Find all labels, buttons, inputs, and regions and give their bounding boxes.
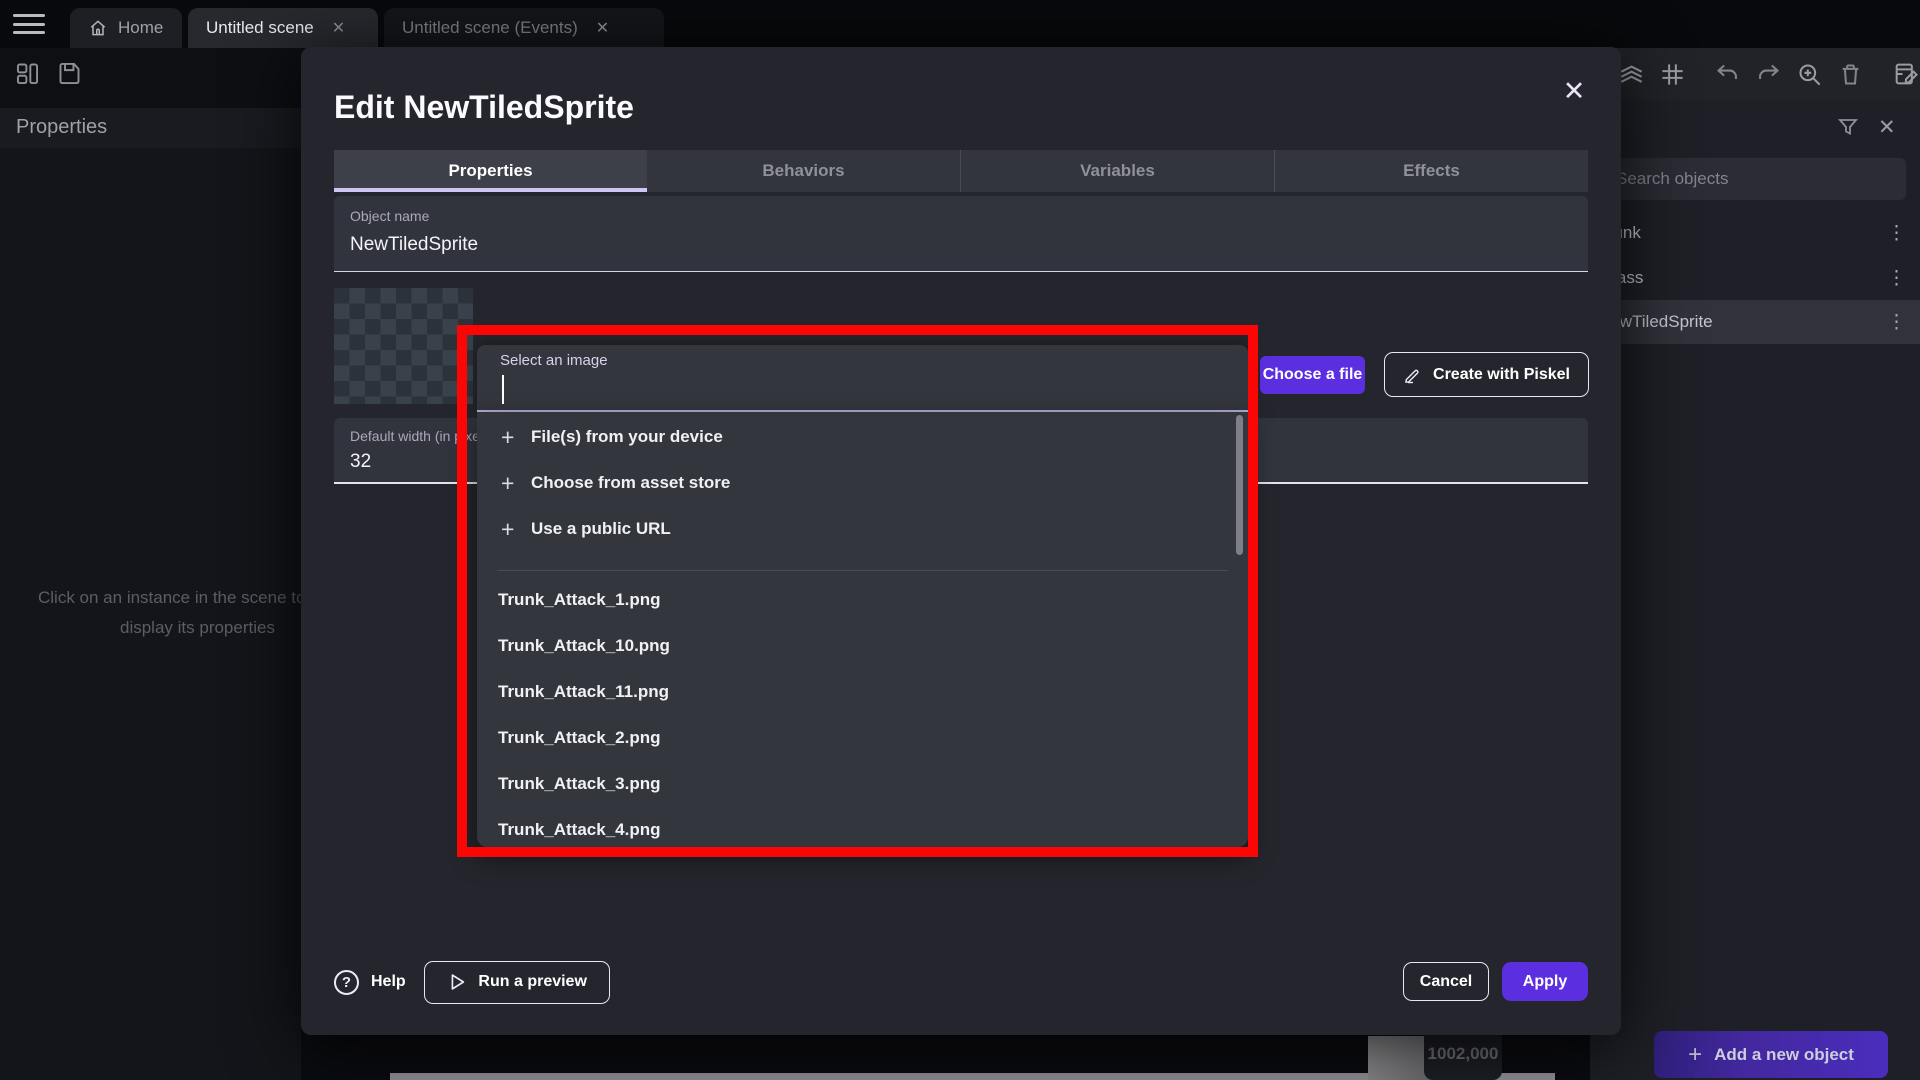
- tab-untitled-scene-events-label: Untitled scene (Events): [402, 18, 578, 38]
- sprite-preview-placeholder: [334, 288, 473, 404]
- menu-item-file[interactable]: Trunk_Attack_3.png: [477, 761, 1248, 807]
- choose-a-file-label: Choose a file: [1263, 366, 1363, 384]
- filter-icon[interactable]: [1836, 115, 1860, 139]
- dialog-tabs: Properties Behaviors Variables Effects: [334, 150, 1588, 192]
- main-menu-icon[interactable]: [13, 14, 45, 34]
- file-name: Trunk_Attack_10.png: [498, 636, 670, 656]
- tab-effects[interactable]: Effects: [1274, 150, 1588, 192]
- create-with-piskel-button[interactable]: Create with Piskel: [1384, 352, 1589, 397]
- menu-item-files-from-device[interactable]: + File(s) from your device: [477, 414, 1248, 460]
- object-name-value: NewTiledSprite: [350, 234, 478, 256]
- tab-properties[interactable]: Properties: [334, 150, 647, 192]
- object-name-field[interactable]: Object name NewTiledSprite: [334, 196, 1588, 272]
- top-tab-bar: Home Untitled scene ✕ Untitled scene (Ev…: [0, 0, 1920, 48]
- file-name: Trunk_Attack_4.png: [498, 820, 661, 840]
- kebab-menu-icon[interactable]: ⋮: [1887, 313, 1906, 332]
- file-name: Trunk_Attack_3.png: [498, 774, 661, 794]
- properties-panel: Properties Click on an instance in the s…: [0, 108, 301, 1080]
- object-name-label: Object name: [350, 208, 429, 224]
- file-name: Trunk_Attack_11.png: [498, 682, 669, 702]
- tab-behaviors[interactable]: Behaviors: [647, 150, 960, 192]
- menu-item-file[interactable]: Trunk_Attack_4.png: [477, 807, 1248, 847]
- apply-button[interactable]: Apply: [1502, 962, 1588, 1001]
- search-input[interactable]: [1602, 158, 1906, 200]
- layers-icon[interactable]: [1618, 61, 1645, 88]
- properties-panel-header: Properties: [0, 108, 301, 148]
- kebab-menu-icon[interactable]: ⋮: [1887, 269, 1906, 288]
- close-tab-icon[interactable]: ✕: [332, 18, 345, 38]
- pencil-icon: [1403, 365, 1423, 385]
- kebab-menu-icon[interactable]: ⋮: [1887, 224, 1906, 243]
- menu-item-use-public-url[interactable]: + Use a public URL: [477, 506, 1248, 552]
- edit-scene-icon[interactable]: [1892, 60, 1920, 88]
- help-button[interactable]: ? Help: [334, 970, 406, 995]
- menu-item-file[interactable]: Trunk_Attack_2.png: [477, 715, 1248, 761]
- undo-icon[interactable]: [1714, 61, 1741, 88]
- objects-panel-header: ✕: [1836, 112, 1920, 142]
- object-list-item-selected[interactable]: NewTiledSprite ⋮: [1590, 300, 1920, 344]
- plus-icon: +: [501, 470, 531, 497]
- menu-item-choose-from-asset-store[interactable]: + Choose from asset store: [477, 460, 1248, 506]
- layout-columns-icon[interactable]: [14, 60, 41, 87]
- choose-a-file-button[interactable]: Choose a file: [1260, 356, 1365, 394]
- save-icon[interactable]: [56, 60, 83, 87]
- question-icon: ?: [334, 970, 359, 995]
- objects-panel: [1590, 48, 1920, 1080]
- menu-divider: [497, 570, 1228, 571]
- home-icon: [88, 18, 108, 38]
- add-new-object-label: Add a new object: [1714, 1045, 1854, 1065]
- play-icon: [446, 971, 468, 993]
- tab-home-label: Home: [118, 18, 163, 38]
- scene-toolbar-left: [0, 48, 301, 108]
- empty-state-text: display its properties: [120, 618, 275, 638]
- scene-toolbar-right: [1590, 48, 1920, 100]
- close-dialog-icon[interactable]: ✕: [1556, 73, 1592, 109]
- menu-item-label: Use a public URL: [531, 519, 671, 539]
- trash-icon[interactable]: [1837, 61, 1864, 88]
- cancel-label: Cancel: [1420, 973, 1472, 991]
- empty-state-text: Click on an instance in the scene to: [38, 588, 301, 608]
- plus-icon: +: [501, 516, 531, 543]
- select-an-image-label: Select an image: [500, 352, 608, 369]
- file-name: Trunk_Attack_2.png: [498, 728, 661, 748]
- menu-item-label: File(s) from your device: [531, 427, 723, 447]
- close-tab-icon[interactable]: ✕: [596, 18, 609, 38]
- plus-icon: +: [1688, 1041, 1702, 1069]
- help-label: Help: [371, 973, 406, 991]
- dialog-footer: ? Help Run a preview: [334, 960, 610, 1004]
- tab-untitled-scene[interactable]: Untitled scene ✕: [188, 8, 378, 48]
- object-list-item[interactable]: Grass ⋮: [1590, 256, 1920, 300]
- image-dropdown-menu: + File(s) from your device + Choose from…: [477, 412, 1248, 847]
- zoom-in-icon[interactable]: [1796, 61, 1823, 88]
- default-width-label: Default width (in pixels): [350, 428, 495, 444]
- file-name: Trunk_Attack_1.png: [498, 590, 661, 610]
- gdevelop-app: Home Untitled scene ✕ Untitled scene (Ev…: [0, 0, 1920, 1080]
- menu-item-file[interactable]: Trunk_Attack_1.png: [477, 577, 1248, 623]
- plus-icon: +: [501, 424, 531, 451]
- select-an-image-field[interactable]: Select an image: [477, 345, 1248, 412]
- object-list-item[interactable]: Trunk ⋮: [1590, 211, 1920, 255]
- tab-variables[interactable]: Variables: [960, 150, 1274, 192]
- menu-item-label: Choose from asset store: [531, 473, 730, 493]
- tab-untitled-scene-events[interactable]: Untitled scene (Events) ✕: [384, 8, 664, 48]
- apply-label: Apply: [1523, 973, 1567, 991]
- dropdown-scrollbar[interactable]: [1236, 415, 1243, 555]
- grid-icon[interactable]: [1659, 61, 1686, 88]
- run-a-preview-label: Run a preview: [478, 973, 586, 991]
- menu-item-file[interactable]: Trunk_Attack_11.png: [477, 669, 1248, 715]
- close-panel-icon[interactable]: ✕: [1878, 115, 1896, 140]
- cancel-button[interactable]: Cancel: [1403, 962, 1489, 1001]
- default-width-value: 32: [350, 451, 371, 473]
- text-cursor: [502, 375, 504, 404]
- menu-item-file[interactable]: Trunk_Attack_10.png: [477, 623, 1248, 669]
- add-new-object-button[interactable]: + Add a new object: [1654, 1031, 1888, 1078]
- create-with-piskel-label: Create with Piskel: [1433, 366, 1570, 384]
- run-a-preview-button[interactable]: Run a preview: [424, 961, 610, 1004]
- properties-panel-title: Properties: [16, 116, 107, 139]
- redo-icon[interactable]: [1755, 61, 1782, 88]
- dialog-title: Edit NewTiledSprite: [334, 89, 634, 126]
- tab-home[interactable]: Home: [70, 8, 182, 48]
- tab-untitled-scene-label: Untitled scene: [206, 18, 314, 38]
